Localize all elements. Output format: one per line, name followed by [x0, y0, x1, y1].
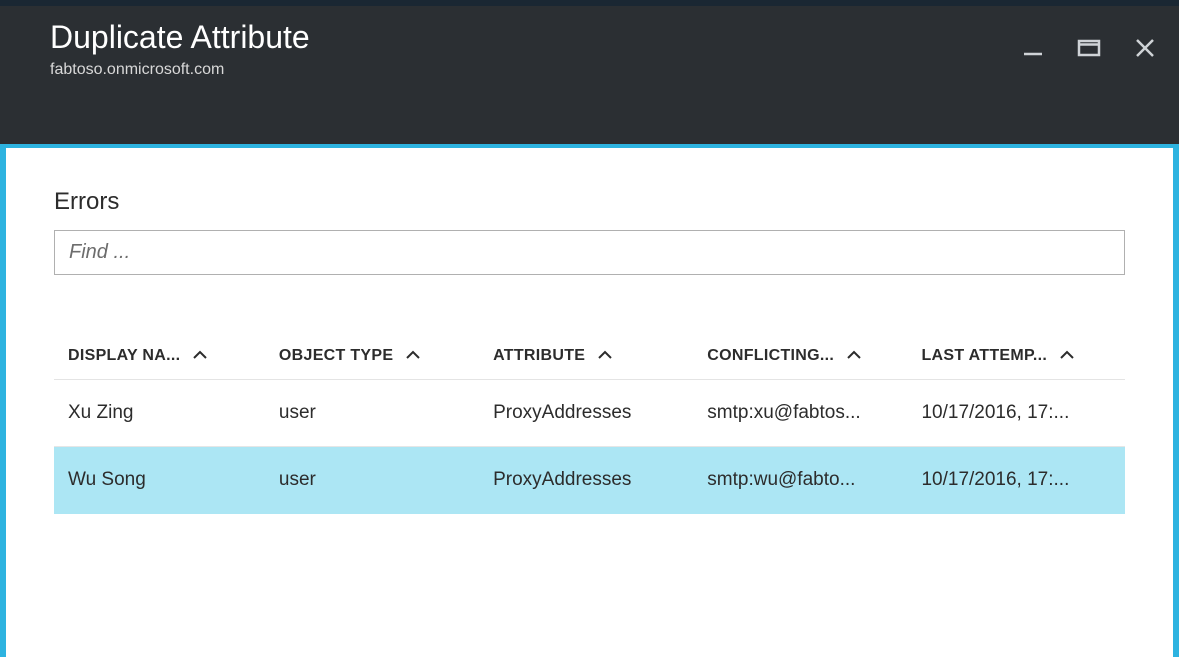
cell-conflicting: smtp:xu@fabtos... — [707, 380, 921, 447]
cell-attribute: ProxyAddresses — [493, 447, 707, 514]
table-body: Xu Zing user ProxyAddresses smtp:xu@fabt… — [54, 380, 1125, 514]
column-label: OBJECT TYPE — [279, 347, 393, 365]
column-header-last-attempt[interactable]: LAST ATTEMP... — [921, 333, 1125, 380]
cell-attribute: ProxyAddresses — [493, 380, 707, 447]
header: Duplicate Attribute fabtoso.onmicrosoft.… — [0, 6, 1179, 144]
column-header-attribute[interactable]: ATTRIBUTE — [493, 333, 707, 380]
sort-asc-icon — [846, 347, 862, 365]
column-label: DISPLAY NA... — [68, 347, 180, 365]
content-right-border — [1173, 148, 1179, 657]
cell-display-name: Wu Song — [54, 447, 279, 514]
column-label: CONFLICTING... — [707, 347, 834, 365]
cell-object-type: user — [279, 447, 493, 514]
sort-asc-icon — [192, 347, 208, 365]
minimize-icon — [1021, 36, 1045, 60]
maximize-icon — [1076, 36, 1102, 60]
sort-asc-icon — [405, 347, 421, 365]
cell-display-name: Xu Zing — [54, 380, 279, 447]
maximize-button[interactable] — [1075, 34, 1103, 62]
column-header-display-name[interactable]: DISPLAY NA... — [54, 333, 279, 380]
errors-table: DISPLAY NA... OBJECT TYPE — [54, 333, 1125, 514]
column-header-object-type[interactable]: OBJECT TYPE — [279, 333, 493, 380]
window-controls — [1019, 34, 1159, 62]
cell-last-attempt: 10/17/2016, 17:... — [921, 447, 1125, 514]
section-title: Errors — [54, 188, 1125, 216]
column-header-conflicting[interactable]: CONFLICTING... — [707, 333, 921, 380]
cell-object-type: user — [279, 380, 493, 447]
close-icon — [1133, 36, 1157, 60]
table-row[interactable]: Xu Zing user ProxyAddresses smtp:xu@fabt… — [54, 380, 1125, 447]
cell-last-attempt: 10/17/2016, 17:... — [921, 380, 1125, 447]
content: Errors DISPLAY NA... — [6, 148, 1173, 657]
table-row[interactable]: Wu Song user ProxyAddresses smtp:wu@fabt… — [54, 447, 1125, 514]
page-title: Duplicate Attribute — [50, 20, 1129, 55]
page-subtitle: fabtoso.onmicrosoft.com — [50, 61, 1129, 79]
minimize-button[interactable] — [1019, 34, 1047, 62]
sort-asc-icon — [1059, 347, 1075, 365]
column-label: LAST ATTEMP... — [921, 347, 1047, 365]
column-label: ATTRIBUTE — [493, 347, 585, 365]
sort-asc-icon — [597, 347, 613, 365]
search-input[interactable] — [54, 230, 1125, 275]
cell-conflicting: smtp:wu@fabto... — [707, 447, 921, 514]
close-button[interactable] — [1131, 34, 1159, 62]
